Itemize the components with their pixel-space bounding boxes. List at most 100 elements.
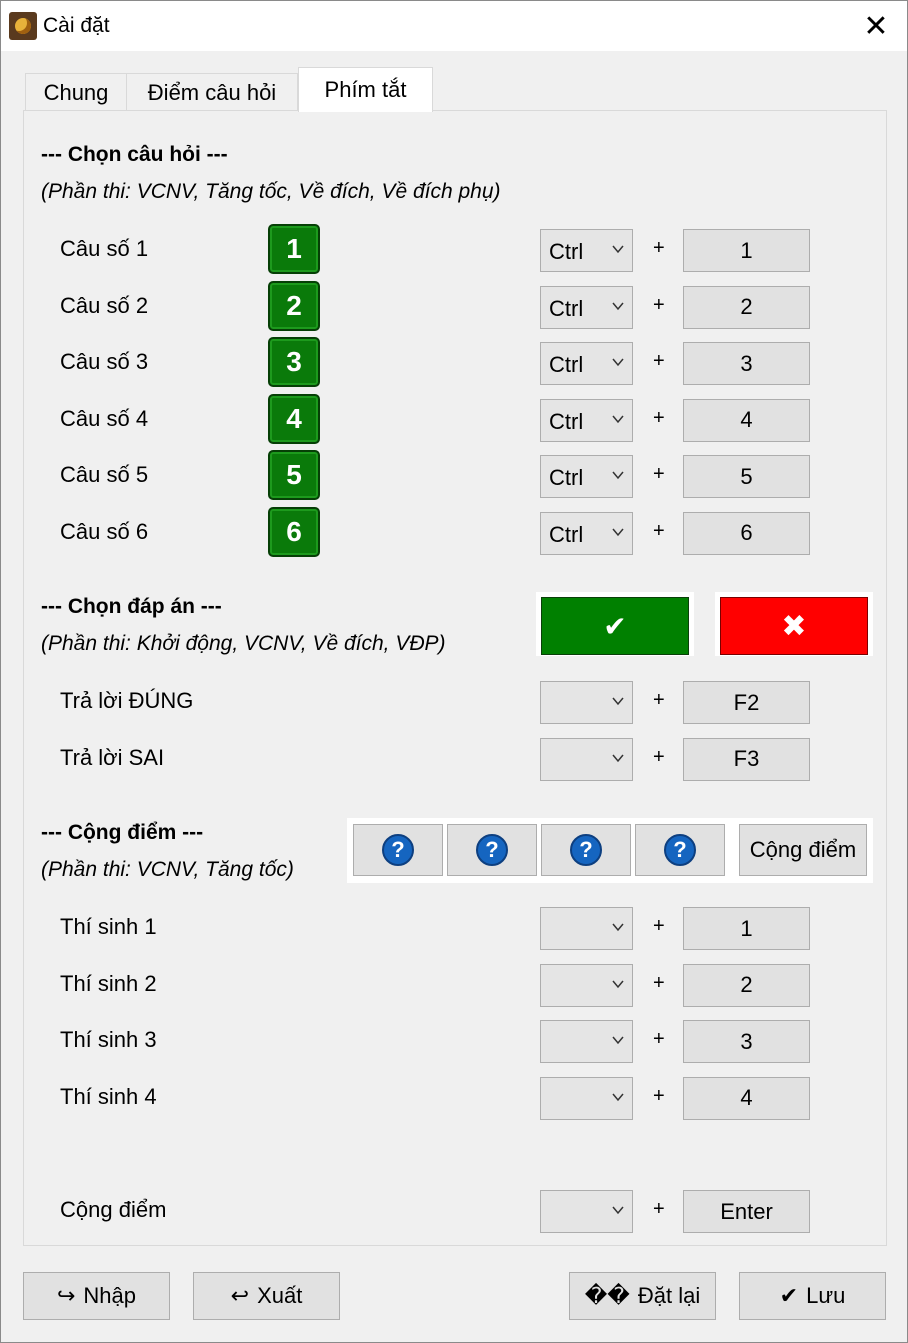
modifier-value: Ctrl <box>549 465 584 490</box>
question-icon: ? <box>570 834 602 866</box>
reset-button[interactable]: �� Đặt lại <box>569 1272 716 1320</box>
key-field-question-1[interactable]: 1 <box>683 229 810 272</box>
plus-sign: + <box>653 406 665 429</box>
plus-sign: + <box>653 689 665 711</box>
question-number-badge[interactable]: 5 <box>268 450 320 500</box>
key-field-answer-1[interactable]: F2 <box>683 681 810 724</box>
modifier-select-question-6[interactable]: Ctrl <box>540 511 633 555</box>
question-number-badge[interactable]: 6 <box>268 506 320 557</box>
save-button[interactable]: ✔ Lưu <box>739 1272 886 1320</box>
plus-sign: + <box>653 293 665 316</box>
row-label-question-6: Câu số 6 <box>60 518 149 544</box>
window-title: Cài đặt <box>43 14 110 37</box>
reset-icon: �� <box>584 1283 630 1308</box>
section-subtitle-points: (Phần thi: VCNV, Tăng tốc) <box>41 858 294 881</box>
question-number-badge[interactable]: 4 <box>268 393 320 444</box>
question-icon: ? <box>664 834 696 866</box>
row-label-answer-1: Trả lời ĐÚNG <box>60 688 194 713</box>
key-field-question-6[interactable]: 6 <box>683 511 810 555</box>
export-label: Xuất <box>257 1283 303 1308</box>
chevron-down-icon <box>612 754 624 762</box>
key-field-contestant-2[interactable]: 2 <box>683 963 810 1007</box>
row-label-contestant-4: Thí sinh 4 <box>60 1083 157 1109</box>
section-title-questions: --- Chọn câu hỏi --- <box>41 143 228 166</box>
export-icon: ↩ <box>230 1283 250 1308</box>
key-field-contestant-1[interactable]: 1 <box>683 907 810 950</box>
app-icon <box>9 12 37 40</box>
chevron-down-icon <box>612 358 624 367</box>
key-field-add-points[interactable]: Enter <box>683 1190 810 1233</box>
chevron-down-icon <box>612 697 624 706</box>
row-label-answer-2: Trả lời SAI <box>60 744 165 770</box>
modifier-select-question-2[interactable]: Ctrl <box>540 285 633 329</box>
question-number-badge[interactable]: 1 <box>268 224 320 274</box>
section-subtitle-questions: (Phần thi: VCNV, Tăng tốc, Về đích, Về đ… <box>41 180 501 203</box>
contestant-4-question-button[interactable]: ? <box>635 824 725 876</box>
chevron-down-icon <box>612 1206 624 1215</box>
reset-label: Đặt lại <box>637 1283 701 1308</box>
plus-sign: + <box>653 915 665 937</box>
modifier-select-question-1[interactable]: Ctrl <box>540 229 633 272</box>
contestant-1-question-button[interactable]: ? <box>353 824 443 876</box>
plus-sign: + <box>653 1028 665 1050</box>
modifier-select-answer-2[interactable] <box>540 737 633 781</box>
tab-question-points[interactable]: Điểm câu hỏi <box>126 73 298 111</box>
chevron-down-icon <box>612 245 624 254</box>
import-button[interactable]: ↪ Nhập <box>23 1272 170 1320</box>
section-subtitle-answers: (Phần thi: Khởi động, VCNV, Về đích, VĐP… <box>41 632 446 655</box>
chevron-down-icon <box>612 528 624 536</box>
import-icon: ↪ <box>56 1283 76 1308</box>
modifier-select-contestant-2[interactable] <box>540 963 633 1007</box>
modifier-select-question-4[interactable]: Ctrl <box>540 398 633 442</box>
key-field-contestant-4[interactable]: 4 <box>683 1076 810 1120</box>
key-field-contestant-3[interactable]: 3 <box>683 1020 810 1063</box>
check-icon: ✔ <box>603 610 627 642</box>
key-field-question-3[interactable]: 3 <box>683 342 810 385</box>
plus-sign: + <box>653 745 665 768</box>
question-number-badge[interactable]: 3 <box>268 337 320 387</box>
row-label-question-2: Câu số 2 <box>60 292 149 318</box>
modifier-select-question-5[interactable]: Ctrl <box>540 455 633 498</box>
modifier-select-contestant-1[interactable] <box>540 907 633 950</box>
add-points-button[interactable]: Cộng điểm <box>739 824 867 876</box>
plus-sign: + <box>653 1198 665 1220</box>
tab-general[interactable]: Chung <box>25 73 127 111</box>
import-label: Nhập <box>83 1283 137 1308</box>
row-label-question-4: Câu số 4 <box>60 405 149 431</box>
contestant-2-question-button[interactable]: ? <box>447 824 537 876</box>
section-title-points: --- Cộng điểm --- <box>41 821 204 844</box>
chevron-down-icon <box>612 1036 624 1045</box>
wrong-answer-button[interactable]: ✖ <box>720 597 868 655</box>
modifier-value: Ctrl <box>549 239 584 264</box>
question-icon: ? <box>382 834 414 866</box>
modifier-select-answer-1[interactable] <box>540 681 633 724</box>
section-title-answers: --- Chọn đáp án --- <box>41 595 222 618</box>
plus-sign: + <box>653 1084 665 1107</box>
plus-sign: + <box>653 463 665 485</box>
plus-sign: + <box>653 519 665 542</box>
row-label-question-1: Câu số 1 <box>60 236 149 261</box>
modifier-select-contestant-3[interactable] <box>540 1020 633 1063</box>
chevron-down-icon <box>612 980 624 988</box>
row-label-contestant-3: Thí sinh 3 <box>60 1027 157 1052</box>
modifier-select-add-points[interactable] <box>540 1190 633 1233</box>
chevron-down-icon <box>612 415 624 423</box>
modifier-select-question-3[interactable]: Ctrl <box>540 342 633 385</box>
modifier-select-contestant-4[interactable] <box>540 1076 633 1120</box>
correct-answer-button[interactable]: ✔ <box>541 597 689 655</box>
close-button[interactable]: ✕ <box>845 1 907 51</box>
save-label: Lưu <box>806 1283 846 1308</box>
key-field-answer-2[interactable]: F3 <box>683 737 810 781</box>
key-field-question-4[interactable]: 4 <box>683 398 810 442</box>
key-field-question-2[interactable]: 2 <box>683 285 810 329</box>
contestant-3-question-button[interactable]: ? <box>541 824 631 876</box>
export-button[interactable]: ↩ Xuất <box>193 1272 340 1320</box>
check-icon: ✔ <box>779 1283 799 1308</box>
modifier-value: Ctrl <box>549 521 584 547</box>
question-number-badge[interactable]: 2 <box>268 280 320 331</box>
tab-shortcuts[interactable]: Phím tắt <box>298 67 433 112</box>
plus-sign: + <box>653 350 665 372</box>
modifier-value: Ctrl <box>549 352 584 377</box>
key-field-question-5[interactable]: 5 <box>683 455 810 498</box>
question-icon: ? <box>476 834 508 866</box>
